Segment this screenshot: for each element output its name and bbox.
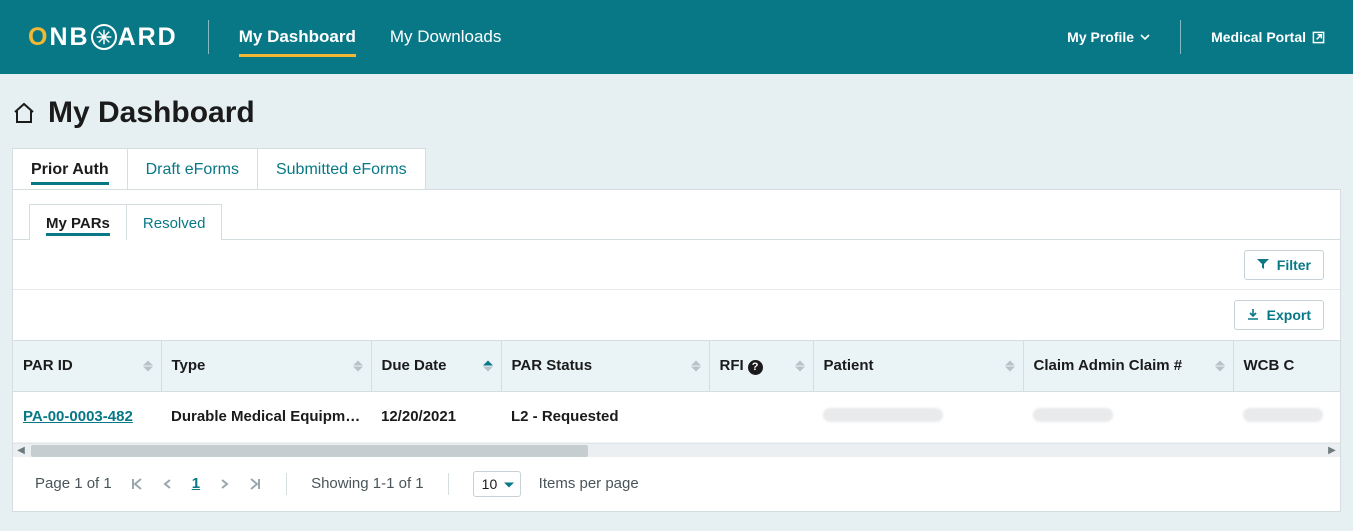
redacted-text — [823, 408, 943, 422]
current-page-number[interactable]: 1 — [192, 475, 200, 492]
divider — [286, 473, 287, 495]
cell-patient — [813, 391, 1023, 442]
export-row: Export — [13, 289, 1340, 340]
divider — [208, 20, 209, 54]
cell-status: L2 - Requested — [501, 391, 709, 442]
filter-label: Filter — [1277, 257, 1311, 273]
redacted-text — [1033, 408, 1113, 422]
page-indicator: Page 1 of 1 — [35, 475, 112, 492]
main-nav: My Dashboard My Downloads — [239, 19, 502, 55]
col-label: WCB C — [1244, 357, 1295, 374]
scroll-right-icon[interactable]: ▶ — [1326, 445, 1338, 457]
showing-text: Showing 1-1 of 1 — [311, 475, 424, 492]
chevron-down-icon — [1140, 32, 1150, 42]
filter-icon — [1257, 257, 1269, 273]
items-per-page-label: Items per page — [539, 475, 639, 492]
tab-draft-eforms[interactable]: Draft eForms — [127, 148, 258, 189]
sort-icon — [1215, 360, 1225, 371]
col-rfi[interactable]: RFI? — [709, 341, 813, 391]
external-link-icon — [1312, 31, 1325, 44]
scroll-left-icon[interactable]: ◀ — [15, 445, 27, 457]
col-claim[interactable]: Claim Admin Claim # — [1023, 341, 1233, 391]
col-label: Patient — [824, 357, 874, 374]
col-type[interactable]: Type — [161, 341, 371, 391]
items-per-page-select[interactable]: 10 — [473, 471, 521, 497]
sort-icon — [483, 360, 493, 371]
subtab-resolved[interactable]: Resolved — [126, 204, 223, 240]
portal-label: Medical Portal — [1211, 29, 1306, 45]
logo-part-3: ARD — [118, 23, 178, 52]
home-icon[interactable] — [12, 101, 36, 125]
pagination-bar: Page 1 of 1 1 Showing 1-1 of 1 10 Items … — [13, 457, 1340, 511]
table-wrap: PAR ID Type Due Date PAR Status RFI? Pat… — [13, 340, 1340, 457]
pars-table: PAR ID Type Due Date PAR Status RFI? Pat… — [13, 341, 1340, 443]
sort-icon — [691, 360, 701, 371]
page-title: My Dashboard — [48, 96, 255, 130]
sort-icon — [1005, 360, 1015, 371]
page-next-button[interactable] — [218, 478, 230, 490]
download-icon — [1247, 307, 1259, 323]
header-right: My Profile Medical Portal — [1067, 20, 1325, 54]
col-label: PAR ID — [23, 357, 73, 374]
brand-logo: ONB ARD — [28, 23, 178, 52]
page-first-button[interactable] — [130, 477, 144, 491]
col-label: RFI — [720, 357, 744, 374]
subtab-my-pars[interactable]: My PARs — [29, 204, 127, 240]
col-due-date[interactable]: Due Date — [371, 341, 501, 391]
compass-icon — [91, 24, 117, 50]
tab-submitted-eforms[interactable]: Submitted eForms — [257, 148, 426, 189]
cell-wcb — [1233, 391, 1340, 442]
horizontal-scrollbar[interactable]: ◀ ▶ — [13, 443, 1340, 457]
col-patient[interactable]: Patient — [813, 341, 1023, 391]
nav-my-dashboard[interactable]: My Dashboard — [239, 19, 356, 55]
secondary-tabs: My PARs Resolved — [29, 204, 1340, 240]
redacted-text — [1243, 408, 1323, 422]
cell-claim — [1023, 391, 1233, 442]
scrollbar-thumb[interactable] — [31, 445, 588, 457]
page-prev-button[interactable] — [162, 478, 174, 490]
table-header-row: PAR ID Type Due Date PAR Status RFI? Pat… — [13, 341, 1340, 391]
my-profile-dropdown[interactable]: My Profile — [1067, 29, 1150, 45]
filter-row: Filter — [13, 239, 1340, 290]
cell-rfi — [709, 391, 813, 442]
profile-label: My Profile — [1067, 29, 1134, 45]
cell-due-date: 12/20/2021 — [371, 391, 501, 442]
logo-part-1: O — [28, 23, 49, 52]
filter-button[interactable]: Filter — [1244, 250, 1324, 280]
cell-type: Durable Medical Equipmen — [161, 391, 371, 442]
col-label: Claim Admin Claim # — [1034, 357, 1183, 374]
export-button[interactable]: Export — [1234, 300, 1324, 330]
col-label: Due Date — [382, 357, 447, 374]
items-per-page-select-wrap: 10 — [473, 471, 521, 497]
content-panel: My PARs Resolved Filter Export — [12, 189, 1341, 512]
col-par-id[interactable]: PAR ID — [13, 341, 161, 391]
medical-portal-link[interactable]: Medical Portal — [1211, 29, 1325, 45]
sort-icon — [143, 360, 153, 371]
help-icon[interactable]: ? — [748, 360, 763, 375]
nav-my-downloads[interactable]: My Downloads — [390, 19, 502, 55]
tab-prior-auth[interactable]: Prior Auth — [12, 148, 128, 189]
logo-part-2: NB — [49, 23, 89, 52]
app-header: ONB ARD My Dashboard My Downloads My Pro… — [0, 0, 1353, 74]
sort-icon — [353, 360, 363, 371]
table-row: PA-00-0003-482 Durable Medical Equipmen … — [13, 391, 1340, 442]
col-par-status[interactable]: PAR Status — [501, 341, 709, 391]
col-label: Type — [172, 357, 206, 374]
primary-tabs: Prior Auth Draft eForms Submitted eForms — [12, 148, 1353, 189]
par-id-link[interactable]: PA-00-0003-482 — [23, 408, 133, 425]
divider — [448, 473, 449, 495]
page-title-row: My Dashboard — [0, 74, 1353, 148]
export-label: Export — [1267, 307, 1311, 323]
col-label: PAR Status — [512, 357, 593, 374]
page-last-button[interactable] — [248, 477, 262, 491]
sort-icon — [795, 360, 805, 371]
col-wcb[interactable]: WCB C — [1233, 341, 1340, 391]
divider — [1180, 20, 1181, 54]
